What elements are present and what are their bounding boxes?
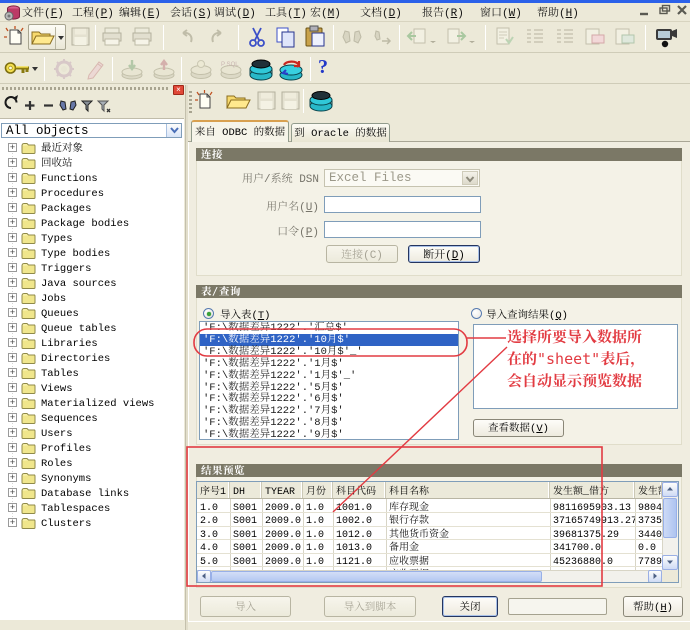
svg-text:P SQL: P SQL [221, 62, 239, 68]
